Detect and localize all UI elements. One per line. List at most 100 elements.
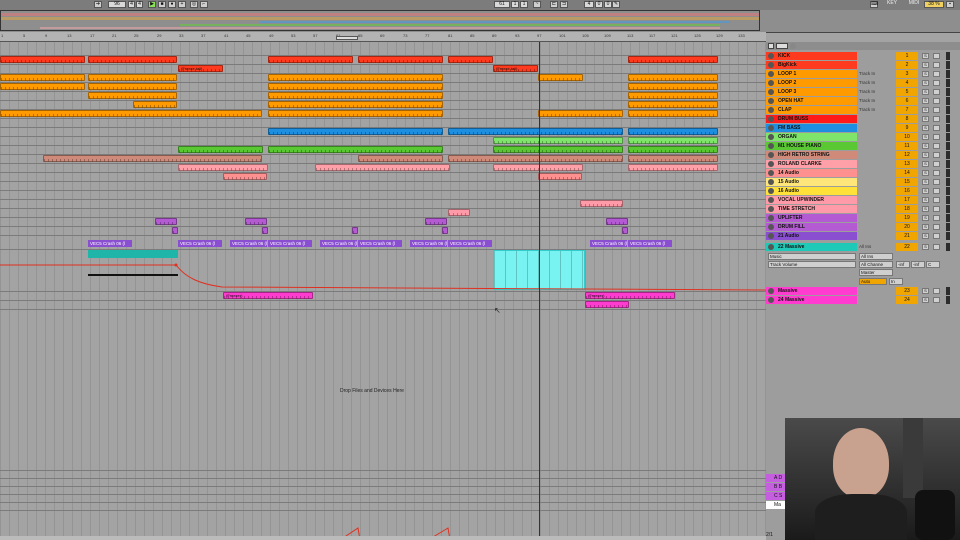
follow-icon[interactable]: ➔ <box>94 1 102 8</box>
arm-button[interactable] <box>933 53 940 59</box>
track-input[interactable] <box>859 187 893 195</box>
track-header[interactable]: LOOP 2 Track In 4 S <box>766 79 960 88</box>
clip-kick[interactable] <box>0 56 85 63</box>
track-header[interactable]: HIGH RETRO STRING 12 S <box>766 151 960 160</box>
arm-button[interactable] <box>933 152 940 158</box>
track-activator-number[interactable]: 20 <box>896 223 918 231</box>
clip-roland[interactable] <box>178 164 268 171</box>
clip-roland[interactable] <box>315 164 450 171</box>
track-header[interactable]: Massive 23 S <box>766 287 960 296</box>
track-activator-number[interactable]: 11 <box>896 142 918 150</box>
track-activator-icon[interactable] <box>768 161 774 167</box>
arm-button[interactable] <box>933 98 940 104</box>
track-activator-icon[interactable] <box>768 179 774 185</box>
track-header[interactable]: 16 Audio 16 S <box>766 187 960 196</box>
time-sig-denominator[interactable]: 4 <box>136 1 143 8</box>
track-name[interactable]: FM BASS <box>766 124 857 132</box>
clip-piano[interactable] <box>268 146 443 153</box>
track-activator-number[interactable]: 13 <box>896 160 918 168</box>
tempo-field[interactable]: 96 <box>108 1 126 8</box>
solo-button[interactable]: S <box>922 143 929 149</box>
clip-piano[interactable] <box>178 146 263 153</box>
send-field[interactable]: -inf <box>911 261 925 268</box>
solo-button[interactable]: S <box>922 134 929 140</box>
solo-button[interactable]: S <box>922 89 929 95</box>
solo-button[interactable]: S <box>922 206 929 212</box>
arm-button[interactable] <box>933 244 940 250</box>
solo-button[interactable]: S <box>922 288 929 294</box>
clip-kick[interactable] <box>358 56 443 63</box>
arm-button[interactable] <box>933 116 940 122</box>
track-name[interactable]: 24 Massive <box>766 296 857 304</box>
track-activator-number[interactable]: 14 <box>896 169 918 177</box>
track-activator-icon[interactable] <box>768 288 774 294</box>
clip-drum-fill[interactable] <box>352 227 358 234</box>
track-input[interactable] <box>859 178 893 186</box>
automation-device-select[interactable]: Track Volume <box>768 261 856 268</box>
track-input[interactable] <box>859 160 893 168</box>
track-activator-number[interactable]: 16 <box>896 187 918 195</box>
track-input[interactable] <box>859 296 893 304</box>
solo-button[interactable]: S <box>922 80 929 86</box>
clip-open-hat[interactable] <box>133 101 177 108</box>
loop-brace[interactable] <box>336 36 358 40</box>
clip-uplifter[interactable] <box>606 218 628 225</box>
track-input[interactable] <box>859 232 893 240</box>
arm-button[interactable] <box>933 215 940 221</box>
track-header[interactable]: VOCAL UPWINDER 17 S <box>766 196 960 205</box>
clip-open-hat[interactable] <box>628 101 718 108</box>
track-input[interactable] <box>859 196 893 204</box>
clip-crash[interactable]: VEC5 Crash 06 (l <box>628 240 672 247</box>
stop-button[interactable]: ■ <box>158 1 166 8</box>
clip-audio-14[interactable] <box>223 173 267 180</box>
clip-drum-fill[interactable] <box>262 227 268 234</box>
loop-switch-icon[interactable]: ~ <box>533 1 541 8</box>
volume-field[interactable]: -inf <box>896 261 910 268</box>
clip-loop2[interactable] <box>88 83 177 90</box>
track-activator-icon[interactable] <box>768 197 774 203</box>
track-name[interactable]: 21 Audio <box>766 232 857 240</box>
arm-button[interactable] <box>933 197 940 203</box>
clip-loop1[interactable] <box>88 74 177 81</box>
track-name[interactable]: Massive <box>766 287 857 295</box>
track-name[interactable]: LOOP 2 <box>766 79 857 87</box>
arm-button[interactable] <box>933 80 940 86</box>
track-name[interactable]: LOOP 3 <box>766 88 857 96</box>
clip-loop1[interactable] <box>0 74 85 81</box>
clip-drum-fill[interactable] <box>172 227 178 234</box>
clip-string[interactable] <box>358 155 443 162</box>
clip-fm-bass[interactable] <box>448 128 623 135</box>
clip-massive-24[interactable] <box>585 301 629 308</box>
track-name[interactable]: DRUM FILL <box>766 223 857 231</box>
clip-organ[interactable] <box>628 137 718 144</box>
track-activator-number[interactable]: 21 <box>896 232 918 240</box>
track-activator-icon[interactable] <box>768 62 774 68</box>
clip-vocal-upwinder[interactable] <box>580 200 623 207</box>
track-activator-number[interactable]: 10 <box>896 133 918 141</box>
clip-kick[interactable] <box>448 56 493 63</box>
arm-button[interactable] <box>933 206 940 212</box>
clip-freeze-tail[interactable]: (Freeze tail) <box>493 65 538 72</box>
clip-freeze-tail[interactable]: (Freeze tail) <box>178 65 223 72</box>
track-header[interactable]: FM BASS 9 S <box>766 124 960 133</box>
clip-string[interactable] <box>43 155 262 162</box>
time-sig-numerator[interactable]: 4 <box>128 1 135 8</box>
clip-crash[interactable]: VEC5 Crash 06 (l <box>88 240 132 247</box>
clip-uplifter[interactable] <box>155 218 177 225</box>
track-name[interactable]: TIME STRETCH <box>766 205 857 213</box>
track-header[interactable]: TIME STRETCH 18 S <box>766 205 960 214</box>
clip-loop1[interactable] <box>538 74 583 81</box>
record-status-icon[interactable] <box>790 43 796 49</box>
clip-time-stretch[interactable] <box>448 209 470 216</box>
track-activator-number[interactable]: 7 <box>896 106 918 114</box>
horizontal-scrollbar[interactable] <box>0 536 766 540</box>
arm-button[interactable] <box>933 125 940 131</box>
arm-button[interactable] <box>933 134 940 140</box>
track-input[interactable] <box>859 115 893 123</box>
solo-button[interactable]: S <box>922 116 929 122</box>
track-header[interactable]: M1 HOUSE PIANO 11 S <box>766 142 960 151</box>
track-input[interactable]: Track In <box>859 79 893 87</box>
monitor-in-button[interactable]: In <box>889 278 903 285</box>
track-activator-icon[interactable] <box>768 53 774 59</box>
beat-time-ruler[interactable]: 1 5 9 13 17 21 25 29 33 37 41 45 49 53 5… <box>0 32 766 42</box>
